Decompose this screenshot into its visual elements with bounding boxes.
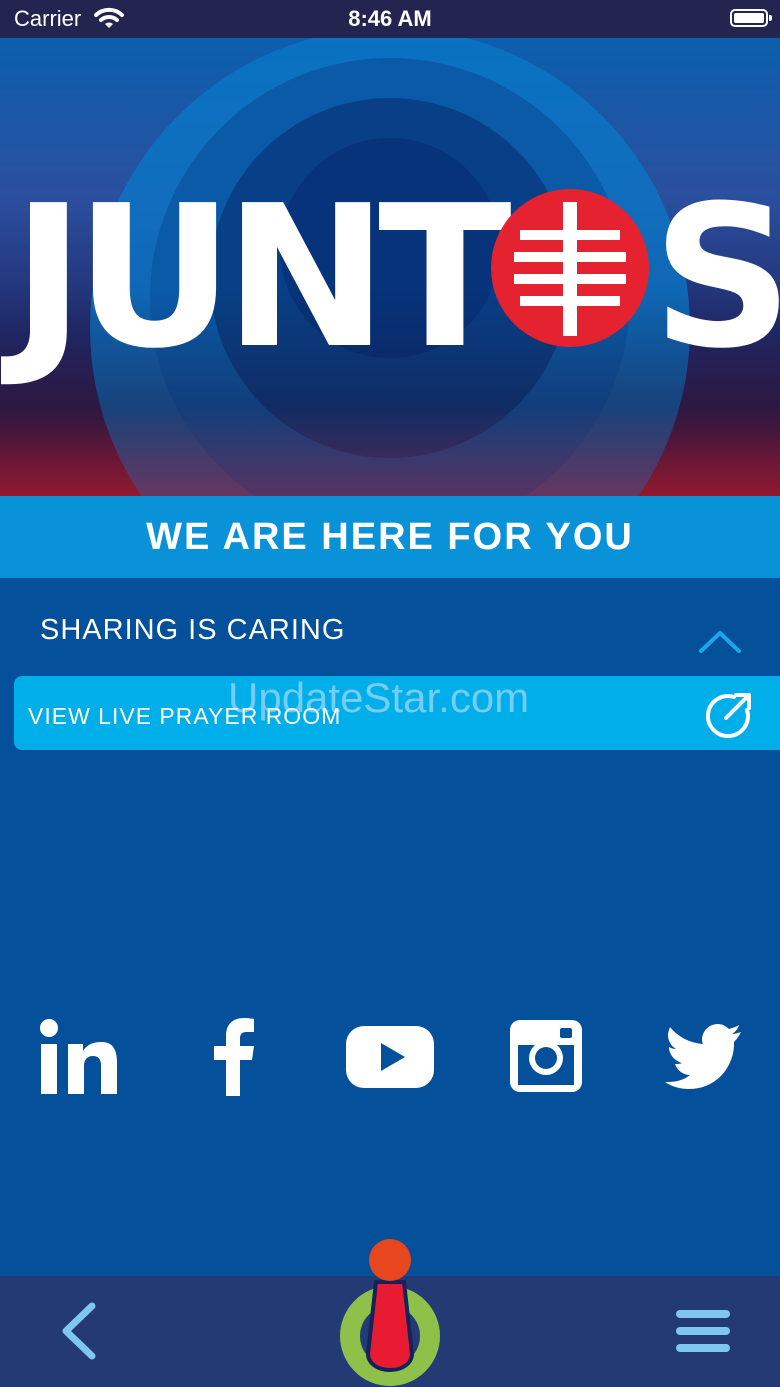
battery-icon — [730, 9, 772, 27]
logo-text-end: S — [652, 164, 780, 392]
facebook-icon[interactable] — [212, 1018, 256, 1096]
linkedin-icon[interactable] — [38, 1018, 120, 1096]
external-link-icon — [705, 693, 751, 739]
logo-text: JUNT — [12, 164, 512, 392]
juntos-logo: JUNT S — [0, 178, 780, 378]
status-bar: Carrier 8:46 AM — [0, 0, 780, 38]
tagline-bar: WE ARE HERE FOR YOU — [0, 496, 780, 578]
clock: 8:46 AM — [348, 6, 432, 31]
watermark: UpdateStar.com — [228, 674, 530, 721]
youtube-icon[interactable] — [346, 1026, 434, 1088]
back-arrow-icon[interactable] — [58, 1302, 98, 1360]
twitter-icon[interactable] — [664, 1024, 742, 1090]
instagram-icon[interactable] — [508, 1018, 584, 1094]
cross-circle-icon — [491, 189, 649, 347]
brand-mark-icon[interactable] — [338, 1238, 442, 1387]
hero-banner: JUNT S — [0, 38, 780, 496]
section-title[interactable]: SHARING IS CARING — [40, 614, 345, 647]
chevron-up-icon[interactable] — [698, 628, 742, 654]
hamburger-menu-icon[interactable] — [676, 1310, 730, 1361]
